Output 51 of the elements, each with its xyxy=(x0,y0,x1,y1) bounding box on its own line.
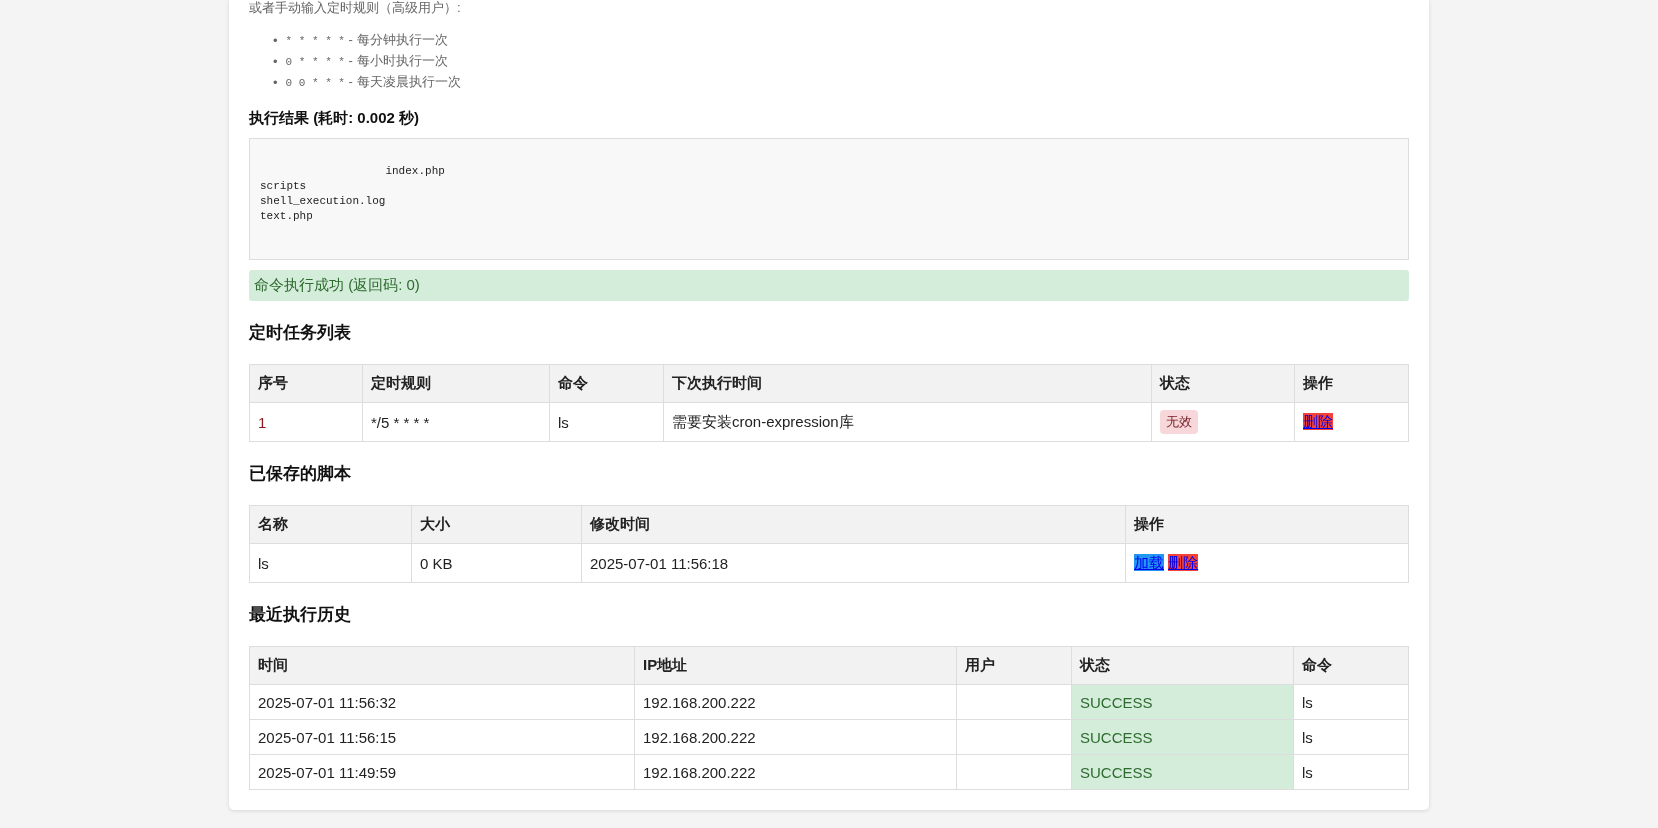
section-heading: 执行结果 (耗时: 0.002 秒) xyxy=(249,109,421,128)
section-heading: 最近执行历史 xyxy=(249,604,352,626)
bullet: • xyxy=(273,32,278,49)
status-badge: 无效 xyxy=(1160,410,1198,434)
section-heading: 已保存的脚本 xyxy=(249,463,352,485)
table-cell: */5 * * * * xyxy=(362,402,550,442)
cron-example: * * * * * - 每分钟执行一次 xyxy=(285,31,448,49)
table-cell: 192.168.200.222 xyxy=(634,684,957,720)
table-cell: 1 xyxy=(249,402,363,442)
column-header: 下次执行时间 xyxy=(663,364,1152,403)
cron-example: 0 * * * * - 每小时执行一次 xyxy=(285,52,448,70)
column-header: 状态 xyxy=(1071,646,1294,685)
table-cell: 192.168.200.222 xyxy=(634,719,957,755)
status-cell: SUCCESS xyxy=(1071,719,1294,755)
column-header: 大小 xyxy=(411,505,582,544)
column-header: 修改时间 xyxy=(581,505,1126,544)
column-header: 状态 xyxy=(1151,364,1295,403)
column-header: 操作 xyxy=(1125,505,1409,544)
table-cell: 2025-07-01 11:56:18 xyxy=(581,543,1126,583)
load-button[interactable]: 加载 xyxy=(1134,553,1164,571)
status-cell: SUCCESS xyxy=(1071,754,1294,790)
column-header: 命令 xyxy=(1293,646,1409,685)
table-cell: ls xyxy=(1293,684,1409,720)
column-header: 时间 xyxy=(249,646,635,685)
table-cell: ls xyxy=(1293,719,1409,755)
status-cell: SUCCESS xyxy=(1071,684,1294,720)
column-header: 序号 xyxy=(249,364,363,403)
table-cell: ls xyxy=(249,543,412,583)
column-header: 操作 xyxy=(1294,364,1409,403)
column-header: 命令 xyxy=(549,364,664,403)
table-cell: 2025-07-01 11:56:32 xyxy=(249,684,635,720)
status-message: 命令执行成功 (返回码: 0) xyxy=(249,270,1409,301)
bullet: • xyxy=(273,53,278,70)
table-cell: 需要安装cron-expression库 xyxy=(663,402,1152,442)
table-cell: ls xyxy=(1293,754,1409,790)
column-header: IP地址 xyxy=(634,646,957,685)
bullet: • xyxy=(273,74,278,91)
column-header: 用户 xyxy=(956,646,1072,685)
table-cell: ls xyxy=(549,402,664,442)
section-heading: 定时任务列表 xyxy=(249,322,352,344)
column-header: 名称 xyxy=(249,505,412,544)
table-cell: 2025-07-01 11:56:15 xyxy=(249,719,635,755)
table-cell: 0 KB xyxy=(411,543,582,583)
table-cell: 2025-07-01 11:49:59 xyxy=(249,754,635,790)
intro-text: 或者手动输入定时规则（高级用户）: xyxy=(249,0,462,16)
output-block: index.php scripts shell_execution.log text.php xyxy=(249,138,1409,260)
cron-example: 0 0 * * * - 每天凌晨执行一次 xyxy=(285,73,461,91)
delete-button[interactable]: 删除 xyxy=(1168,553,1199,571)
delete-button[interactable]: 删除 xyxy=(1303,412,1333,430)
column-header: 定时规则 xyxy=(362,364,550,403)
table-cell: 192.168.200.222 xyxy=(634,754,957,790)
